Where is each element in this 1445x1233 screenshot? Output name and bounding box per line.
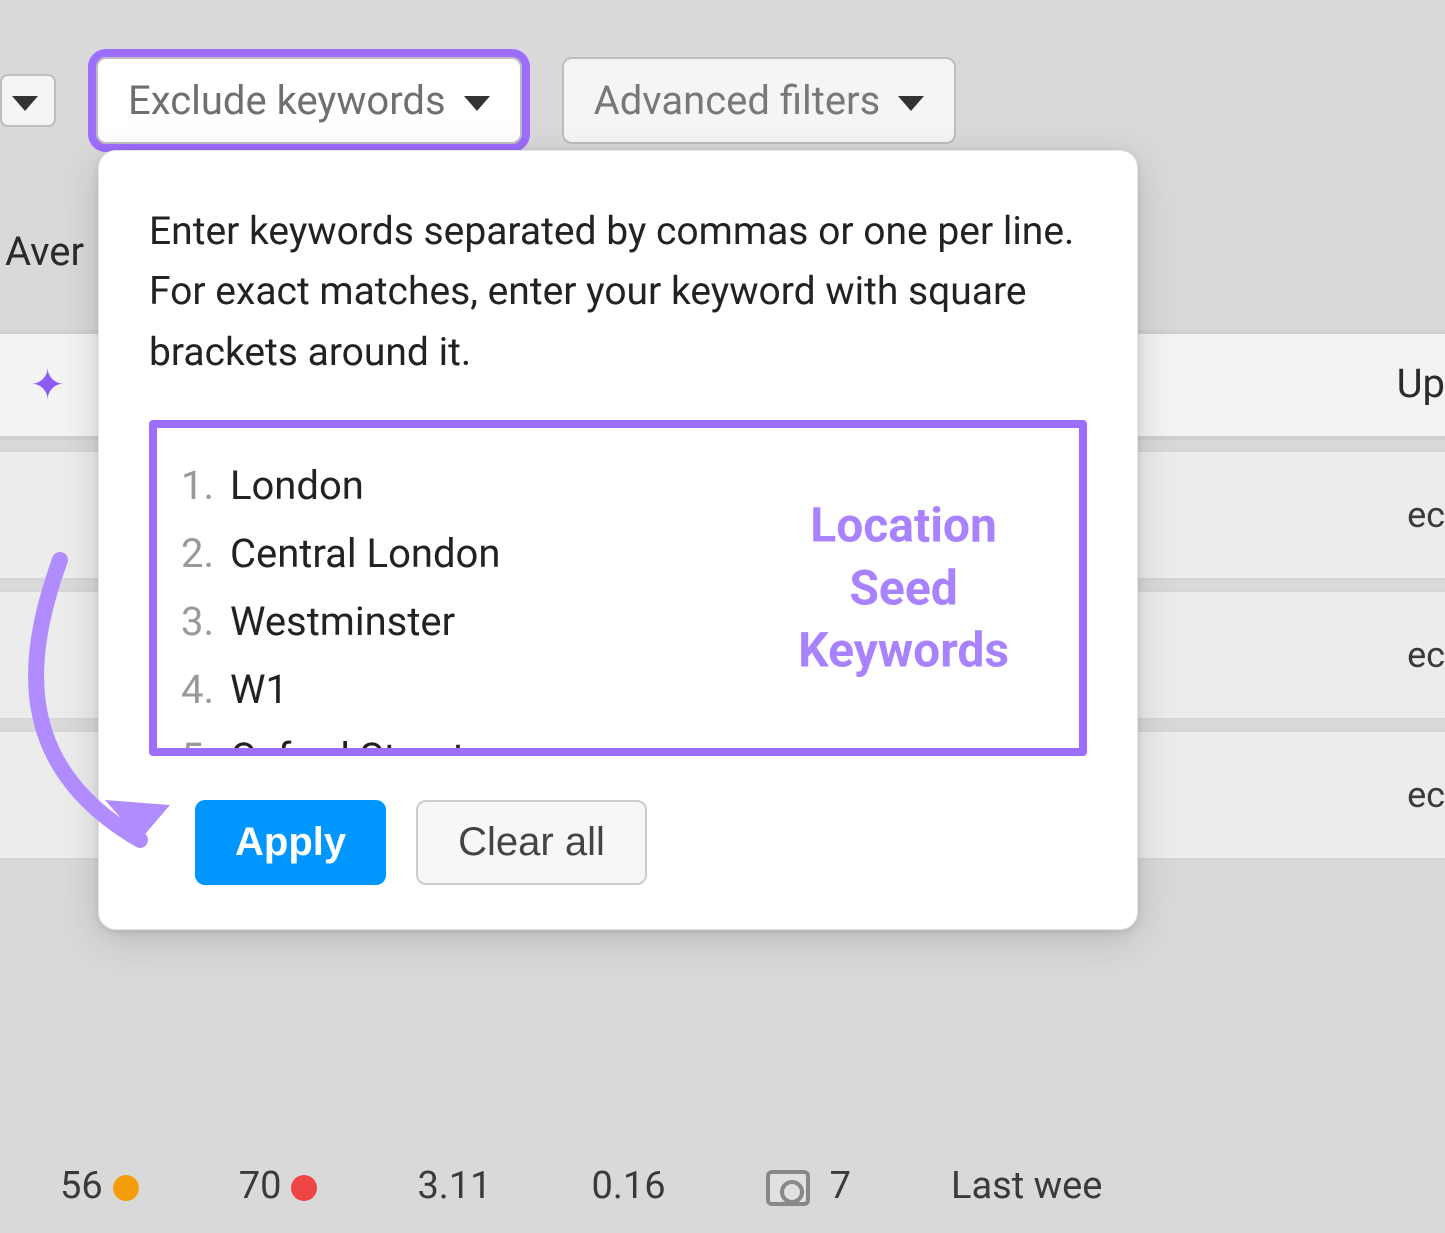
- status-dot-orange: [113, 1175, 139, 1201]
- metric-value: 56: [60, 1164, 139, 1208]
- exclude-keywords-label: Exclude keywords: [128, 77, 446, 124]
- unknown-dropdown[interactable]: [0, 74, 56, 127]
- keywords-textarea[interactable]: LondonCentral LondonWestminsterW1Oxford …: [157, 428, 1079, 748]
- status-dot-red: [291, 1175, 317, 1201]
- filter-toolbar: Exclude keywords Advanced filters: [0, 40, 1445, 160]
- clear-all-button[interactable]: Clear all: [416, 800, 647, 885]
- cell-fragment: ec: [1407, 634, 1445, 676]
- keywords-list: LondonCentral LondonWestminsterW1Oxford …: [181, 452, 1055, 748]
- exclude-keywords-dropdown[interactable]: Exclude keywords: [96, 57, 522, 144]
- metric-with-icon: 7: [766, 1164, 851, 1208]
- button-row: Apply Clear all: [195, 800, 1087, 885]
- keyword-item: Oxford Street: [181, 724, 1055, 748]
- up-label-fragment: Up: [1397, 360, 1445, 407]
- metric-value: 0.16: [592, 1164, 666, 1208]
- keyword-item: W1: [181, 656, 1055, 724]
- chevron-down-icon: [464, 96, 490, 111]
- cell-fragment: ec: [1407, 774, 1445, 816]
- exclude-keywords-popover: Enter keywords separated by commas or on…: [98, 150, 1138, 930]
- chevron-down-icon: [12, 96, 38, 111]
- last-updated-fragment: Last wee: [951, 1164, 1102, 1208]
- average-label-fragment: Aver: [5, 228, 84, 275]
- keyword-item: London: [181, 452, 1055, 520]
- chevron-down-icon: [898, 96, 924, 111]
- keyword-item: Central London: [181, 520, 1055, 588]
- keyword-item: Westminster: [181, 588, 1055, 656]
- instruction-text: Enter keywords separated by commas or on…: [149, 201, 1087, 382]
- advanced-filters-dropdown[interactable]: Advanced filters: [562, 57, 957, 144]
- advanced-filters-label: Advanced filters: [594, 77, 881, 124]
- apply-button[interactable]: Apply: [195, 800, 386, 885]
- keywords-textarea-highlight: LondonCentral LondonWestminsterW1Oxford …: [149, 420, 1087, 756]
- metrics-footer: 56 70 3.11 0.16 7 Last wee: [60, 1164, 1102, 1208]
- camera-icon: [766, 1170, 810, 1206]
- sparkle-icon: ✦: [30, 360, 65, 410]
- cell-fragment: ec: [1407, 494, 1445, 536]
- metric-value: 3.11: [417, 1164, 491, 1208]
- metric-value: 70: [239, 1164, 318, 1208]
